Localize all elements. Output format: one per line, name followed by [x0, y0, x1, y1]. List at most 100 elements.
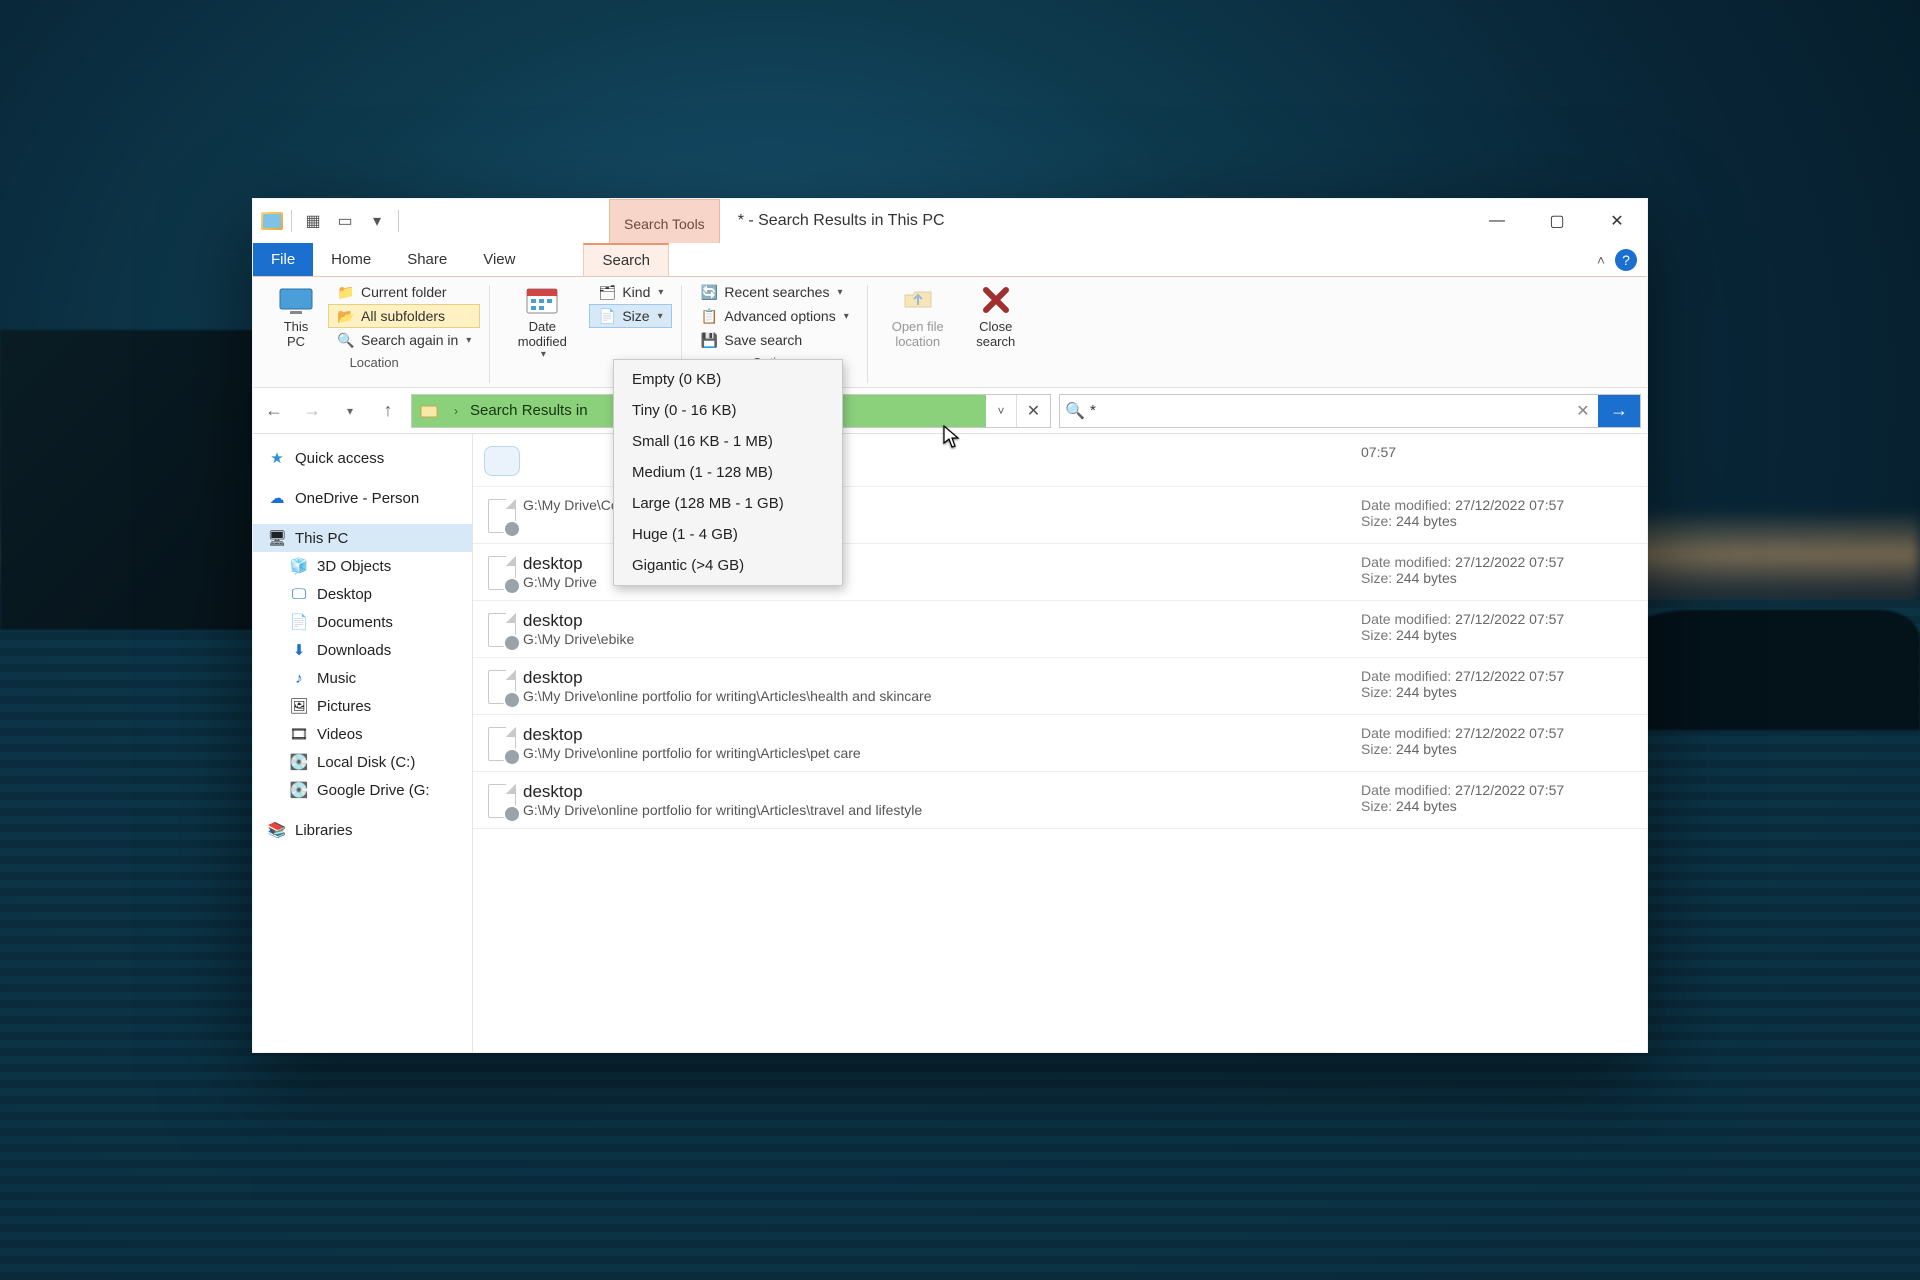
result-name: desktop: [523, 611, 1361, 631]
kind-button[interactable]: 🗂 Kind▾: [590, 281, 671, 303]
qat-customize[interactable]: ▾: [364, 208, 390, 234]
address-history-caret[interactable]: ˅: [986, 395, 1016, 427]
all-subfolders-button[interactable]: 📂 All subfolders: [329, 305, 479, 327]
tab-view[interactable]: View: [465, 243, 533, 276]
save-search-button[interactable]: 💾 Save search: [692, 329, 856, 351]
window-title: * - Search Results in This PC: [720, 199, 1467, 243]
tab-file[interactable]: File: [253, 243, 313, 276]
close-search-icon: [976, 283, 1016, 317]
sidebar-item-documents[interactable]: 📄Documents: [253, 608, 472, 636]
sidebar-item-local-disk[interactable]: 💽Local Disk (C:): [253, 748, 472, 776]
size-option-medium[interactable]: Medium (1 - 128 MB): [614, 457, 842, 488]
result-size: 244 bytes: [1396, 741, 1457, 757]
close-search-button[interactable]: Close search: [964, 281, 1028, 351]
maximize-button[interactable]: ▢: [1527, 199, 1587, 243]
result-row[interactable]: desktop G:\My Drive\online portfolio for…: [473, 772, 1647, 829]
result-size: 244 bytes: [1396, 627, 1457, 643]
result-path: G:\My Drive\online portfolio for writing…: [523, 688, 1361, 704]
tab-share[interactable]: Share: [389, 243, 465, 276]
file-icon: [481, 554, 523, 590]
result-size: 244 bytes: [1396, 684, 1457, 700]
result-name: desktop: [523, 725, 1361, 745]
sidebar-item-google-drive[interactable]: 💽Google Drive (G:: [253, 776, 472, 804]
date-modified-button[interactable]: Date modified▾: [500, 281, 584, 362]
close-button[interactable]: ✕: [1587, 199, 1647, 243]
result-modified: 27/12/2022 07:57: [1455, 725, 1564, 741]
content-area: ★ Quick access ☁ OneDrive - Person 🖥 Thi…: [253, 434, 1647, 1052]
music-icon: ♪: [289, 669, 309, 687]
this-pc-button[interactable]: This PC: [269, 281, 323, 351]
nav-up-button[interactable]: ↑: [373, 396, 403, 426]
search-go-button[interactable]: →: [1598, 395, 1640, 427]
recent-searches-button[interactable]: 🔄 Recent searches▾: [692, 281, 856, 303]
result-row[interactable]: desktop G:\My Drive\online portfolio for…: [473, 658, 1647, 715]
file-icon: [481, 497, 523, 533]
collapse-ribbon-button[interactable]: ˄: [1597, 252, 1605, 268]
advanced-options-button[interactable]: 📋 Advanced options▾: [692, 305, 856, 327]
downloads-icon: ⬇: [289, 641, 309, 659]
drive-icon: 💽: [289, 781, 309, 799]
size-option-large[interactable]: Large (128 MB - 1 GB): [614, 488, 842, 519]
search-input[interactable]: [1090, 402, 1568, 419]
sidebar-item-this-pc[interactable]: 🖥 This PC: [253, 524, 472, 552]
tab-search[interactable]: Search: [583, 243, 669, 276]
size-option-tiny[interactable]: Tiny (0 - 16 KB): [614, 395, 842, 426]
result-row[interactable]: desktop G:\My Drive\online portfolio for…: [473, 715, 1647, 772]
help-button[interactable]: ?: [1615, 249, 1637, 271]
result-row[interactable]: desktop G:\My Drive\ebike Date modified:…: [473, 601, 1647, 658]
sidebar-item-videos[interactable]: 🎞Videos: [253, 720, 472, 748]
sidebar-item-pictures[interactable]: 🖼Pictures: [253, 692, 472, 720]
sidebar-item-desktop[interactable]: 🖵Desktop: [253, 580, 472, 608]
result-path: G:\My Drive\online portfolio for writing…: [523, 745, 1361, 761]
contextual-tab-search-tools[interactable]: Search Tools: [609, 199, 720, 243]
contextual-tab-label: Search Tools: [624, 216, 705, 232]
nav-back-button[interactable]: ←: [259, 396, 289, 426]
size-option-gigantic[interactable]: Gigantic (>4 GB): [614, 550, 842, 581]
documents-icon: 📄: [289, 613, 309, 631]
qat-properties[interactable]: ▦: [300, 208, 326, 234]
tab-home[interactable]: Home: [313, 243, 389, 276]
result-modified: 27/12/2022 07:57: [1455, 497, 1564, 513]
file-icon: [481, 668, 523, 704]
open-file-location-button[interactable]: Open file location: [878, 281, 958, 351]
chevron-right-icon[interactable]: ›: [446, 395, 466, 427]
sidebar-item-music[interactable]: ♪Music: [253, 664, 472, 692]
search-again-in-button[interactable]: 🔍 Search again in▾: [329, 329, 479, 351]
sidebar-item-3d-objects[interactable]: 🧊3D Objects: [253, 552, 472, 580]
size-icon: 📄: [598, 307, 616, 325]
address-refresh-button[interactable]: ✕: [1016, 395, 1050, 427]
size-option-small[interactable]: Small (16 KB - 1 MB): [614, 426, 842, 457]
sidebar-item-onedrive[interactable]: ☁ OneDrive - Person: [253, 484, 472, 512]
nav-forward-button[interactable]: →: [297, 396, 327, 426]
result-modified: 27/12/2022 07:57: [1455, 668, 1564, 684]
this-pc-icon: 🖥: [267, 529, 287, 547]
calendar-icon: [522, 283, 562, 317]
search-again-icon: 🔍: [337, 331, 355, 349]
result-size: 244 bytes: [1396, 798, 1457, 814]
current-folder-button[interactable]: 📁 Current folder: [329, 281, 479, 303]
folder-icon: 📁: [337, 283, 355, 301]
minimize-button[interactable]: —: [1467, 199, 1527, 243]
size-dropdown-menu: Empty (0 KB) Tiny (0 - 16 KB) Small (16 …: [613, 359, 843, 586]
sidebar-item-libraries[interactable]: 📚Libraries: [253, 816, 472, 844]
ribbon: This PC 📁 Current folder 📂 All subfolder…: [253, 277, 1647, 388]
desktop-icon: 🖵: [289, 585, 309, 603]
sidebar-item-downloads[interactable]: ⬇Downloads: [253, 636, 472, 664]
size-button[interactable]: 📄 Size▾: [590, 305, 671, 327]
this-pc-icon: [276, 283, 316, 317]
search-box[interactable]: 🔍 ✕ →: [1059, 394, 1641, 428]
size-option-empty[interactable]: Empty (0 KB): [614, 364, 842, 395]
result-modified: 27/12/2022 07:57: [1455, 611, 1564, 627]
ribbon-group-location: This PC 📁 Current folder 📂 All subfolder…: [261, 281, 487, 387]
size-option-huge[interactable]: Huge (1 - 4 GB): [614, 519, 842, 550]
sidebar-item-quick-access[interactable]: ★ Quick access: [253, 444, 472, 472]
nav-history-button[interactable]: ▾: [335, 396, 365, 426]
result-size: 244 bytes: [1396, 570, 1457, 586]
ribbon-group-label: Location: [350, 351, 399, 376]
nav-bar: ← → ▾ ↑ › Search Results in ˅ ✕ 🔍 ✕ →: [253, 388, 1647, 434]
search-clear-button[interactable]: ✕: [1568, 401, 1598, 421]
quick-access-icon: ★: [267, 449, 287, 467]
file-icon: [481, 725, 523, 761]
qat-new-folder[interactable]: ▭: [332, 208, 358, 234]
result-modified: 07:57: [1361, 444, 1396, 460]
